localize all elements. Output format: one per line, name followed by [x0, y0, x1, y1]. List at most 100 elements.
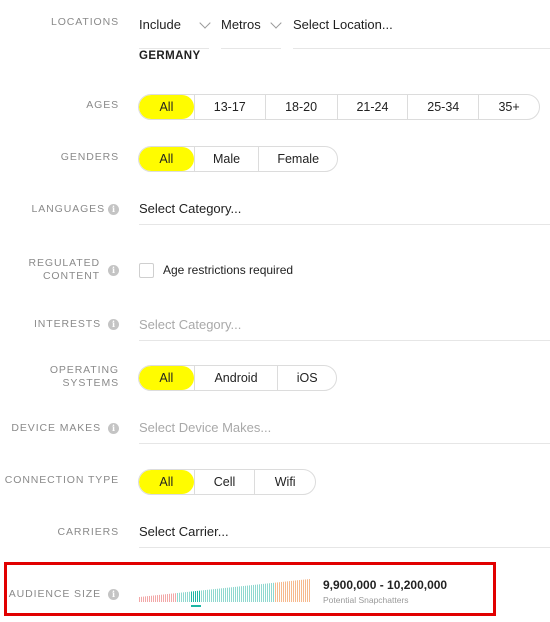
chevron-down-icon [199, 17, 211, 29]
os-option-all[interactable]: All [139, 366, 194, 390]
age-option-21-24[interactable]: 21-24 [336, 95, 408, 119]
genders-row: GENDERS All Male Female [0, 146, 550, 172]
ages-label: AGES [86, 99, 119, 111]
os-option-android[interactable]: Android [193, 366, 278, 390]
info-icon[interactable]: i [108, 423, 119, 434]
meter-bar [199, 590, 200, 602]
age-option-13-17[interactable]: 13-17 [193, 95, 265, 119]
info-icon[interactable]: i [108, 204, 119, 215]
meter-bar [201, 590, 202, 602]
audience-size-range: 9,900,000 - 10,200,000 [323, 578, 448, 592]
gender-option-female[interactable]: Female [258, 147, 337, 171]
meter-bar [195, 591, 196, 602]
meter-bar [251, 585, 252, 602]
meter-bar [177, 592, 178, 602]
os-label-line1: OPERATING [49, 364, 119, 376]
meter-bar [299, 580, 300, 602]
age-restrictions-checkbox[interactable] [139, 263, 154, 278]
meter-bar [207, 589, 208, 602]
meter-bar [243, 585, 244, 602]
ages-row: AGES All 13-17 18-20 21-24 25-34 35+ [0, 94, 550, 120]
os-option-ios[interactable]: iOS [277, 366, 336, 390]
languages-label: LANGUAGES [31, 203, 105, 215]
meter-bar [261, 584, 262, 602]
chevron-down-icon [270, 17, 282, 29]
gender-option-male[interactable]: Male [193, 147, 259, 171]
meter-bar [209, 589, 210, 602]
interests-input[interactable]: Select Category... [139, 310, 550, 341]
include-select[interactable]: Include [139, 10, 211, 49]
connection-option-wifi[interactable]: Wifi [254, 470, 315, 494]
meter-bar [309, 579, 310, 602]
meter-bar [247, 585, 248, 602]
regulated-label-line2: CONTENT [42, 270, 100, 282]
age-option-all[interactable]: All [139, 95, 194, 119]
age-restrictions-label: Age restrictions required [163, 263, 294, 277]
carriers-placeholder: Select Carrier... [139, 524, 229, 539]
meter-bar [155, 595, 156, 602]
meter-bar [275, 582, 276, 602]
meter-bar [151, 595, 152, 602]
age-option-25-34[interactable]: 25-34 [407, 95, 478, 119]
device-makes-label: DEVICE MAKES [11, 422, 101, 434]
os-label-line2: SYSTEMS [62, 377, 119, 389]
languages-row: LANGUAGES i Select Category... [0, 194, 550, 226]
info-icon[interactable]: i [108, 319, 119, 330]
meter-bar [187, 591, 188, 602]
info-icon[interactable]: i [108, 265, 119, 276]
meter-bar [257, 584, 258, 602]
meter-bar [289, 581, 290, 602]
gender-option-all[interactable]: All [139, 147, 194, 171]
location-search-input[interactable]: Select Location... [293, 10, 550, 49]
meter-bar [189, 591, 190, 602]
meter-bar [221, 588, 222, 602]
device-makes-input[interactable]: Select Device Makes... [139, 413, 550, 444]
meter-bar [291, 580, 292, 602]
meter-bar [181, 592, 182, 602]
languages-input[interactable]: Select Category... [139, 194, 550, 225]
meter-bar [245, 585, 246, 602]
device-makes-row: DEVICE MAKES i Select Device Makes... [0, 413, 550, 445]
meter-bar [239, 586, 240, 602]
meter-bar [165, 594, 166, 602]
connection-type-row: CONNECTION TYPE All Cell Wifi [0, 469, 550, 495]
meter-bar [277, 582, 278, 602]
audience-size-meter [139, 579, 310, 607]
os-segmented-control: All Android iOS [138, 365, 337, 391]
connection-option-all[interactable]: All [139, 470, 194, 494]
location-placeholder: Select Location... [293, 17, 393, 32]
meter-bar [233, 587, 234, 602]
metros-value: Metros [221, 17, 261, 32]
age-option-35-plus[interactable]: 35+ [478, 95, 539, 119]
meter-bar [293, 580, 294, 602]
meter-bar [173, 593, 174, 602]
meter-bar [253, 584, 254, 602]
meter-bar [141, 596, 142, 602]
connection-option-cell[interactable]: Cell [193, 470, 255, 494]
meter-bar [183, 592, 184, 602]
carriers-input[interactable]: Select Carrier... [139, 517, 550, 548]
meter-bar [259, 584, 260, 602]
meter-bar [149, 595, 150, 602]
meter-bar [167, 594, 168, 602]
meter-bar [305, 579, 306, 602]
age-option-18-20[interactable]: 18-20 [264, 95, 337, 119]
meter-bar [249, 585, 250, 602]
info-icon[interactable]: i [108, 589, 119, 600]
meter-bar [191, 591, 192, 602]
carriers-row: CARRIERS Select Carrier... [0, 517, 550, 549]
meter-bar [265, 583, 266, 602]
operating-systems-label: OPERATING SYSTEMS [9, 364, 119, 390]
audience-size-subtitle: Potential Snapchatters [323, 595, 409, 605]
meter-bar [223, 588, 224, 602]
meter-bar [269, 583, 270, 602]
meter-bar [147, 596, 148, 602]
meter-bar [227, 587, 228, 602]
genders-label: GENDERS [60, 151, 119, 163]
ages-segmented-control: All 13-17 18-20 21-24 25-34 35+ [138, 94, 540, 120]
meter-bar [307, 579, 308, 602]
meter-bar [283, 581, 284, 602]
meter-bar [169, 593, 170, 602]
metros-select[interactable]: Metros [221, 10, 282, 49]
meter-bar [241, 586, 242, 602]
